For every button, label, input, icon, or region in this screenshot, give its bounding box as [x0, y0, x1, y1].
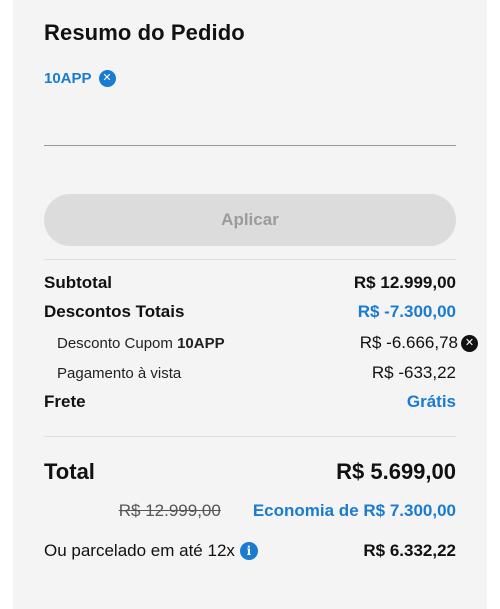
- coupon-discount-label: Desconto Cupom 10APP: [44, 335, 225, 352]
- coupon-discount-value: R$ -6.666,78: [359, 333, 458, 352]
- total-value: R$ 5.699,00: [336, 459, 456, 484]
- info-icon[interactable]: i: [239, 542, 258, 560]
- coupon-discount-code: 10APP: [177, 334, 225, 352]
- remove-coupon-discount-icon[interactable]: ✕: [461, 334, 478, 352]
- installment-label: Ou parcelado em até 12x: [44, 541, 235, 560]
- total-discounts-label: Descontos Totais: [44, 302, 185, 321]
- installment-row: Ou parcelado em até 12x i R$ 6.332,22: [44, 541, 456, 561]
- savings-row: R$ 12.999,00 Economia de R$ 7.300,00: [44, 501, 456, 521]
- cash-payment-label: Pagamento à vista: [57, 364, 182, 382]
- subtotal-label: Subtotal: [44, 273, 112, 292]
- coupon-discount-label-prefix: Desconto Cupom: [57, 334, 178, 352]
- shipping-label: Frete: [44, 392, 86, 411]
- shipping-row: Frete Grátis: [44, 392, 456, 412]
- subtotal-value: R$ 12.999,00: [353, 273, 456, 292]
- savings-value: Economia de R$ 7.300,00: [252, 501, 456, 520]
- total-row: Total R$ 5.699,00: [44, 459, 456, 485]
- remove-coupon-icon[interactable]: ✕: [98, 70, 116, 87]
- subtotal-row: Subtotal R$ 12.999,00: [44, 273, 456, 293]
- divider: [44, 436, 456, 437]
- coupon-discount-value-group: R$ -6.666,78 ✕: [360, 333, 478, 353]
- total-discounts-row: Descontos Totais R$ -7.300,00: [44, 302, 456, 322]
- coupon-input-underline: [44, 145, 456, 146]
- cash-payment-row: Pagamento à vista R$ -633,22: [44, 363, 456, 383]
- cash-payment-value: R$ -633,22: [371, 363, 456, 382]
- applied-coupon-tag: 10APP ✕: [44, 70, 116, 87]
- installment-label-group: Ou parcelado em até 12x i: [44, 541, 258, 561]
- original-price: R$ 12.999,00: [118, 501, 221, 520]
- installment-value: R$ 6.332,22: [363, 541, 456, 560]
- shipping-value: Grátis: [406, 392, 456, 411]
- apply-coupon-button[interactable]: Aplicar: [44, 194, 456, 246]
- total-discounts-value: R$ -7.300,00: [357, 302, 456, 321]
- total-label: Total: [44, 459, 95, 484]
- coupon-code-label: 10APP: [44, 70, 92, 87]
- coupon-discount-row: Desconto Cupom 10APP R$ -6.666,78 ✕: [44, 333, 478, 353]
- divider: [44, 259, 456, 260]
- page-title: Resumo do Pedido: [44, 20, 245, 45]
- coupon-input[interactable]: [44, 110, 460, 144]
